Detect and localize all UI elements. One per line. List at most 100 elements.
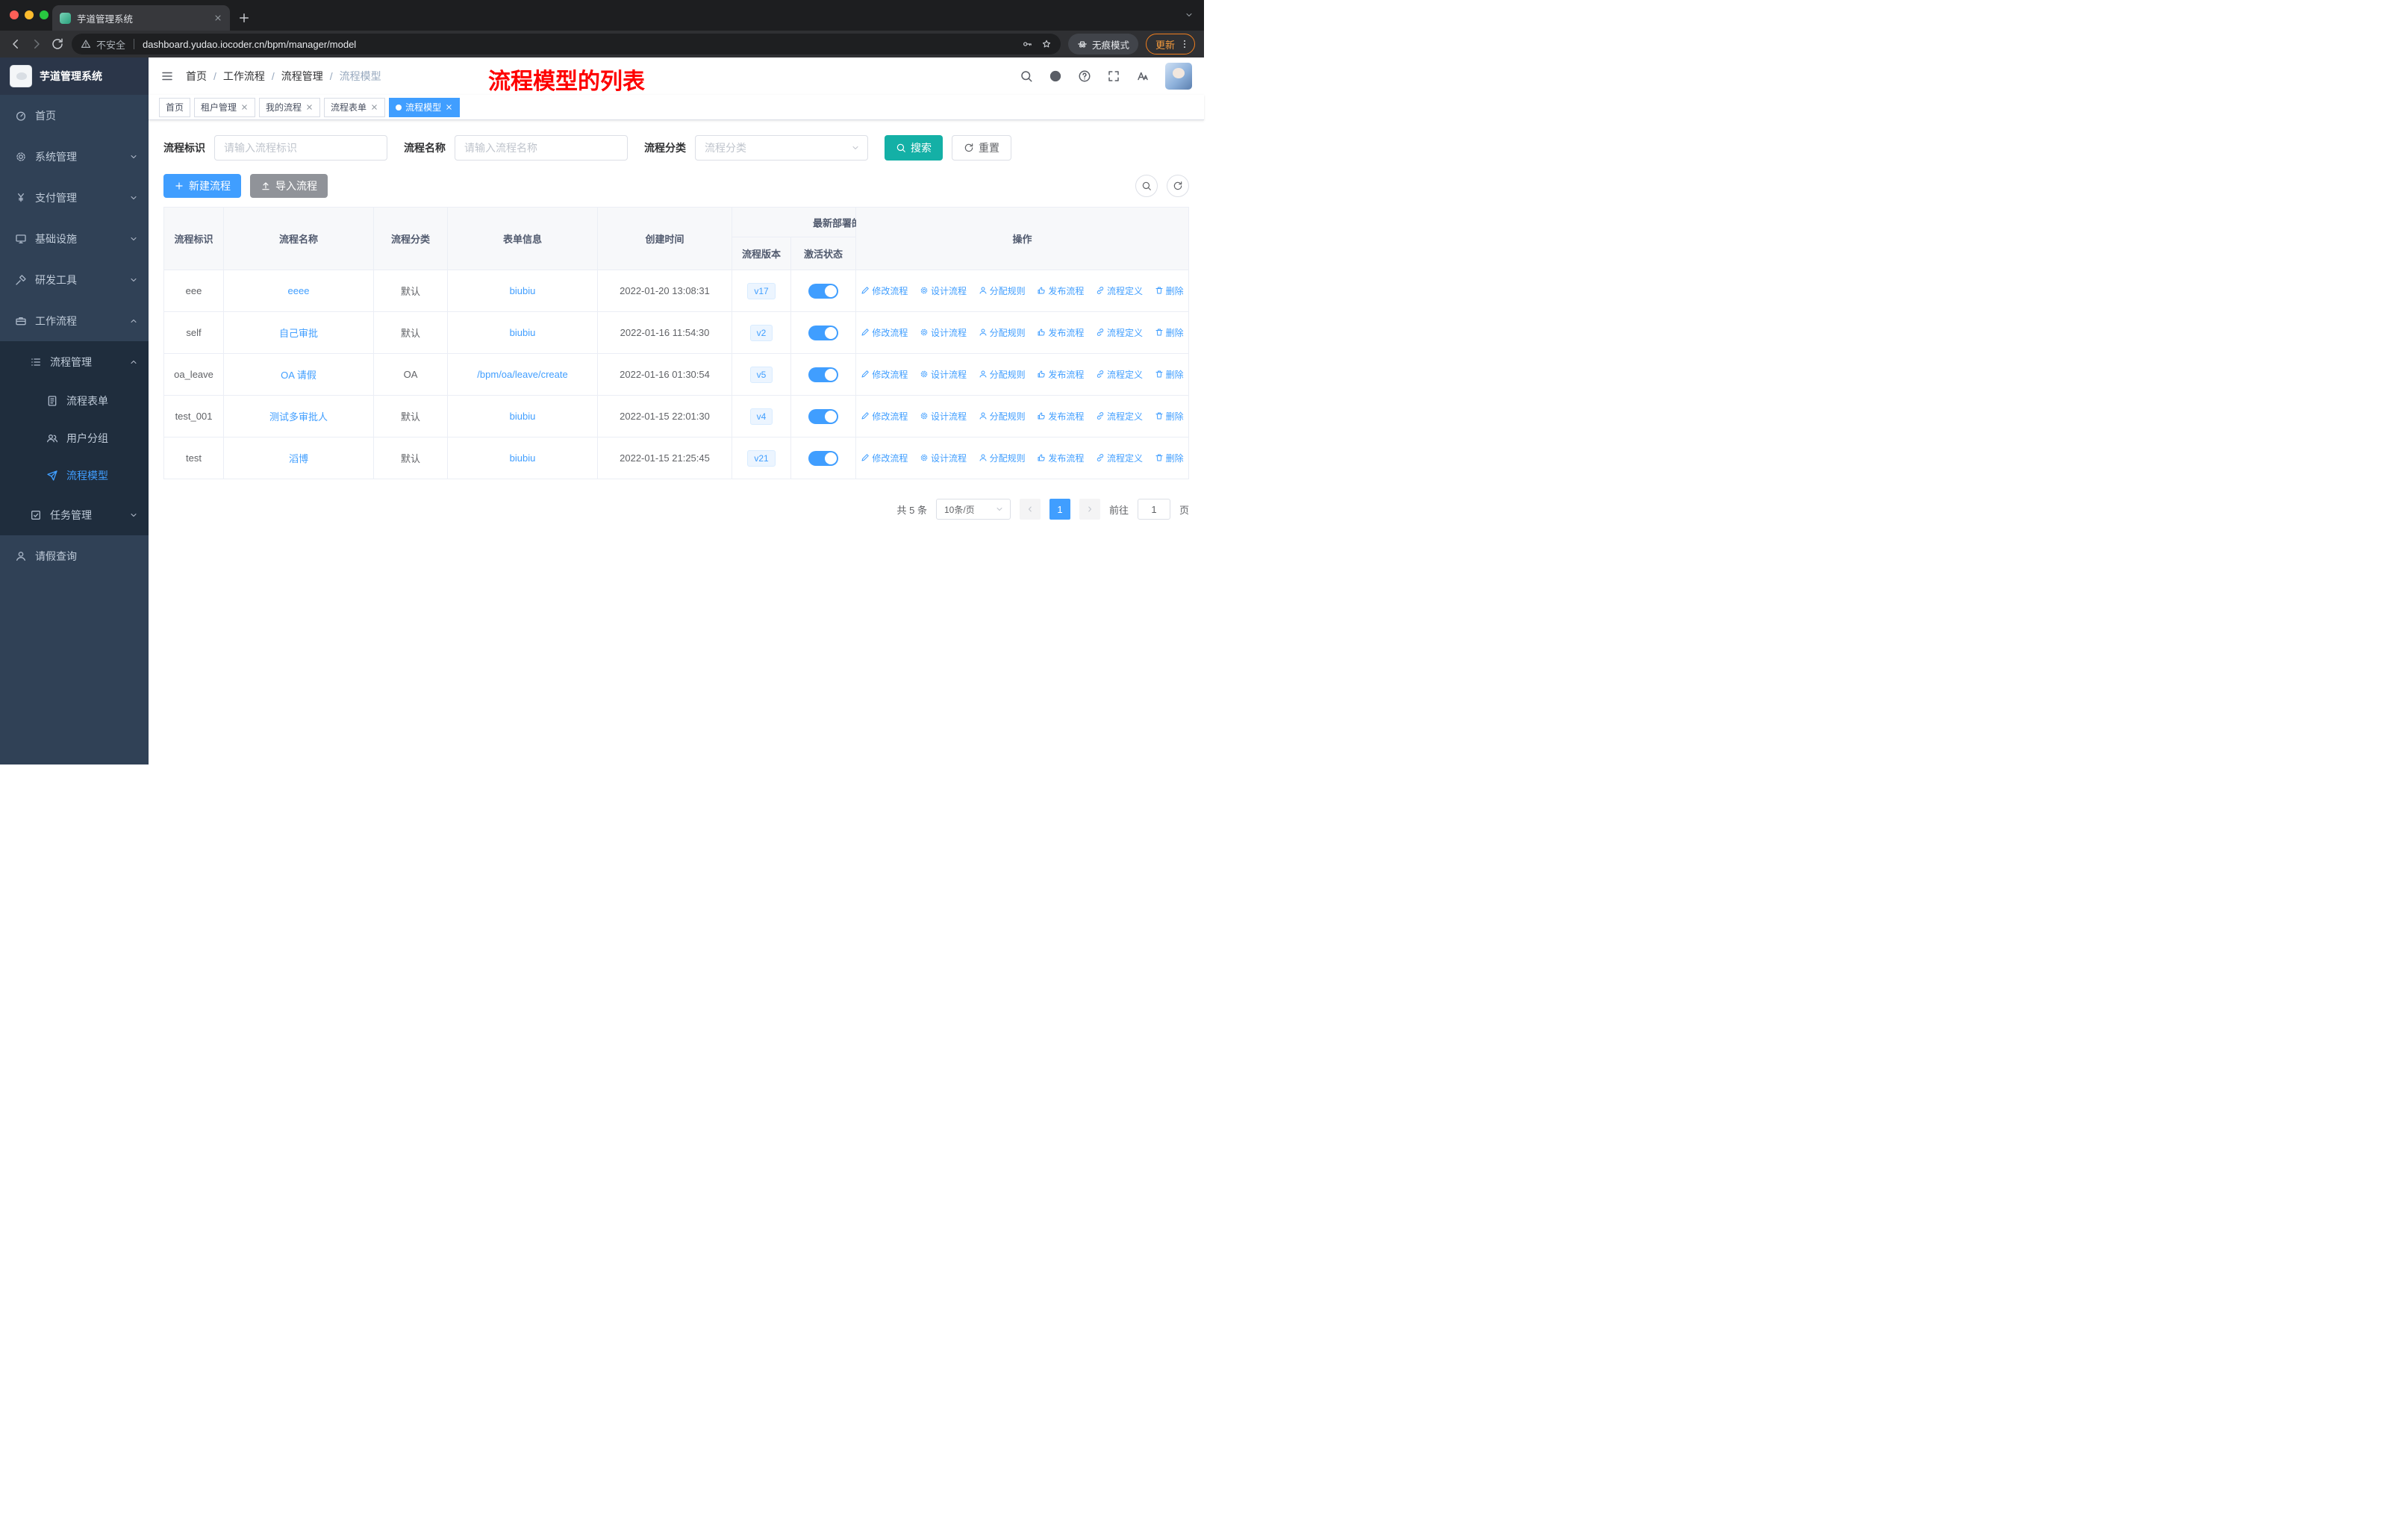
close-icon[interactable]	[370, 103, 378, 111]
active-toggle[interactable]	[808, 367, 838, 382]
password-key-icon[interactable]	[1022, 39, 1032, 49]
forward-icon[interactable]	[30, 37, 43, 51]
close-icon[interactable]	[240, 103, 249, 111]
form-info-link[interactable]: biubiu	[510, 327, 536, 338]
process-id-input[interactable]	[214, 135, 387, 161]
edit-process-link[interactable]: 修改流程	[861, 410, 908, 423]
sidebar-item-infra[interactable]: 基础设施	[0, 218, 149, 259]
sidebar-item-process-form[interactable]: 流程表单	[0, 382, 149, 420]
close-icon[interactable]	[445, 103, 453, 111]
zoom-window-button[interactable]	[40, 10, 49, 19]
process-definition-link[interactable]: 流程定义	[1096, 284, 1143, 297]
sidebar-item-home[interactable]: 首页	[0, 95, 149, 136]
browser-update-button[interactable]: 更新	[1145, 34, 1195, 55]
active-toggle[interactable]	[808, 325, 838, 340]
sidebar-item-user-group[interactable]: 用户分组	[0, 420, 149, 457]
form-info-link[interactable]: biubiu	[510, 411, 536, 422]
breadcrumb-process-mgmt[interactable]: 流程管理	[281, 69, 323, 84]
design-process-link[interactable]: 设计流程	[920, 284, 967, 297]
edit-process-link[interactable]: 修改流程	[861, 284, 908, 297]
delete-process-link[interactable]: 删除	[1155, 410, 1184, 423]
breadcrumb-home[interactable]: 首页	[186, 69, 207, 84]
refresh-table-button[interactable]	[1167, 175, 1189, 197]
form-info-link[interactable]: biubiu	[510, 285, 536, 296]
process-name-link[interactable]: OA 请假	[281, 370, 316, 381]
delete-process-link[interactable]: 删除	[1155, 284, 1184, 297]
sidebar-item-devtools[interactable]: 研发工具	[0, 259, 149, 300]
form-info-link[interactable]: biubiu	[510, 452, 536, 464]
assign-rule-link[interactable]: 分配规则	[979, 452, 1026, 464]
assign-rule-link[interactable]: 分配规则	[979, 410, 1026, 423]
form-info-link[interactable]: /bpm/oa/leave/create	[477, 369, 567, 380]
delete-process-link[interactable]: 删除	[1155, 368, 1184, 381]
new-tab-icon[interactable]	[237, 11, 251, 25]
close-window-button[interactable]	[10, 10, 19, 19]
process-name-link[interactable]: eeee	[288, 285, 310, 296]
browser-menu-icon[interactable]	[1179, 39, 1190, 49]
back-icon[interactable]	[9, 37, 22, 51]
reset-button[interactable]: 重置	[952, 135, 1011, 161]
design-process-link[interactable]: 设计流程	[920, 410, 967, 423]
font-size-icon[interactable]	[1136, 69, 1150, 83]
sidebar-item-system[interactable]: 系统管理	[0, 136, 149, 177]
tab-close-icon[interactable]	[213, 13, 222, 22]
active-toggle[interactable]	[808, 283, 838, 299]
browser-tab[interactable]: 芋道管理系统	[52, 5, 230, 31]
import-process-button[interactable]: 导入流程	[250, 174, 328, 198]
tag-my-process[interactable]: 我的流程	[259, 97, 321, 117]
sidebar-item-process-model[interactable]: 流程模型	[0, 457, 149, 494]
sidebar-item-payment[interactable]: 支付管理	[0, 177, 149, 218]
sidebar-item-workflow[interactable]: 工作流程	[0, 300, 149, 341]
sidebar-item-task-mgmt[interactable]: 任务管理	[0, 494, 149, 535]
tag-home[interactable]: 首页	[159, 97, 191, 117]
design-process-link[interactable]: 设计流程	[920, 326, 967, 339]
process-definition-link[interactable]: 流程定义	[1096, 452, 1143, 464]
current-page-button[interactable]: 1	[1049, 499, 1070, 520]
next-page-button[interactable]	[1079, 499, 1100, 520]
show-search-button[interactable]	[1135, 175, 1158, 197]
active-toggle[interactable]	[808, 450, 838, 466]
page-size-select[interactable]: 10条/页	[935, 499, 1011, 520]
tag-tenant[interactable]: 租户管理	[194, 97, 256, 117]
prev-page-button[interactable]	[1019, 499, 1041, 520]
tag-process-model[interactable]: 流程模型	[389, 97, 461, 117]
edit-process-link[interactable]: 修改流程	[861, 326, 908, 339]
bookmark-star-icon[interactable]	[1041, 39, 1052, 49]
edit-process-link[interactable]: 修改流程	[861, 452, 908, 464]
sidebar-item-leave-query[interactable]: 请假查询	[0, 535, 149, 576]
hamburger-icon[interactable]	[160, 69, 174, 83]
minimize-window-button[interactable]	[25, 10, 34, 19]
close-icon[interactable]	[305, 103, 314, 111]
delete-process-link[interactable]: 删除	[1155, 452, 1184, 464]
process-name-link[interactable]: 滔博	[289, 453, 308, 464]
tab-search-icon[interactable]	[1185, 10, 1194, 19]
search-button[interactable]: 搜索	[885, 135, 943, 161]
reload-icon[interactable]	[51, 37, 64, 51]
publish-process-link[interactable]: 发布流程	[1037, 410, 1084, 423]
process-name-link[interactable]: 测试多审批人	[269, 411, 328, 423]
process-definition-link[interactable]: 流程定义	[1096, 368, 1143, 381]
edit-process-link[interactable]: 修改流程	[861, 368, 908, 381]
address-bar[interactable]: 不安全 dashboard.yudao.iocoder.cn/bpm/manag…	[72, 34, 1061, 55]
publish-process-link[interactable]: 发布流程	[1037, 284, 1084, 297]
assign-rule-link[interactable]: 分配规则	[979, 368, 1026, 381]
process-name-link[interactable]: 自己审批	[279, 328, 318, 339]
goto-page-input[interactable]	[1137, 499, 1170, 520]
delete-process-link[interactable]: 删除	[1155, 326, 1184, 339]
publish-process-link[interactable]: 发布流程	[1037, 326, 1084, 339]
process-name-input[interactable]	[455, 135, 628, 161]
process-definition-link[interactable]: 流程定义	[1096, 326, 1143, 339]
process-definition-link[interactable]: 流程定义	[1096, 410, 1143, 423]
assign-rule-link[interactable]: 分配规则	[979, 284, 1026, 297]
create-process-button[interactable]: 新建流程	[163, 174, 241, 198]
search-icon[interactable]	[1020, 69, 1033, 83]
design-process-link[interactable]: 设计流程	[920, 452, 967, 464]
assign-rule-link[interactable]: 分配规则	[979, 326, 1026, 339]
tag-process-form[interactable]: 流程表单	[324, 97, 386, 117]
help-icon[interactable]	[1078, 69, 1091, 83]
user-avatar[interactable]	[1165, 63, 1192, 90]
sidebar-item-process-mgmt[interactable]: 流程管理	[0, 341, 149, 382]
category-select[interactable]: 流程分类	[695, 135, 868, 161]
github-icon[interactable]	[1049, 69, 1062, 83]
fullscreen-icon[interactable]	[1107, 69, 1120, 83]
